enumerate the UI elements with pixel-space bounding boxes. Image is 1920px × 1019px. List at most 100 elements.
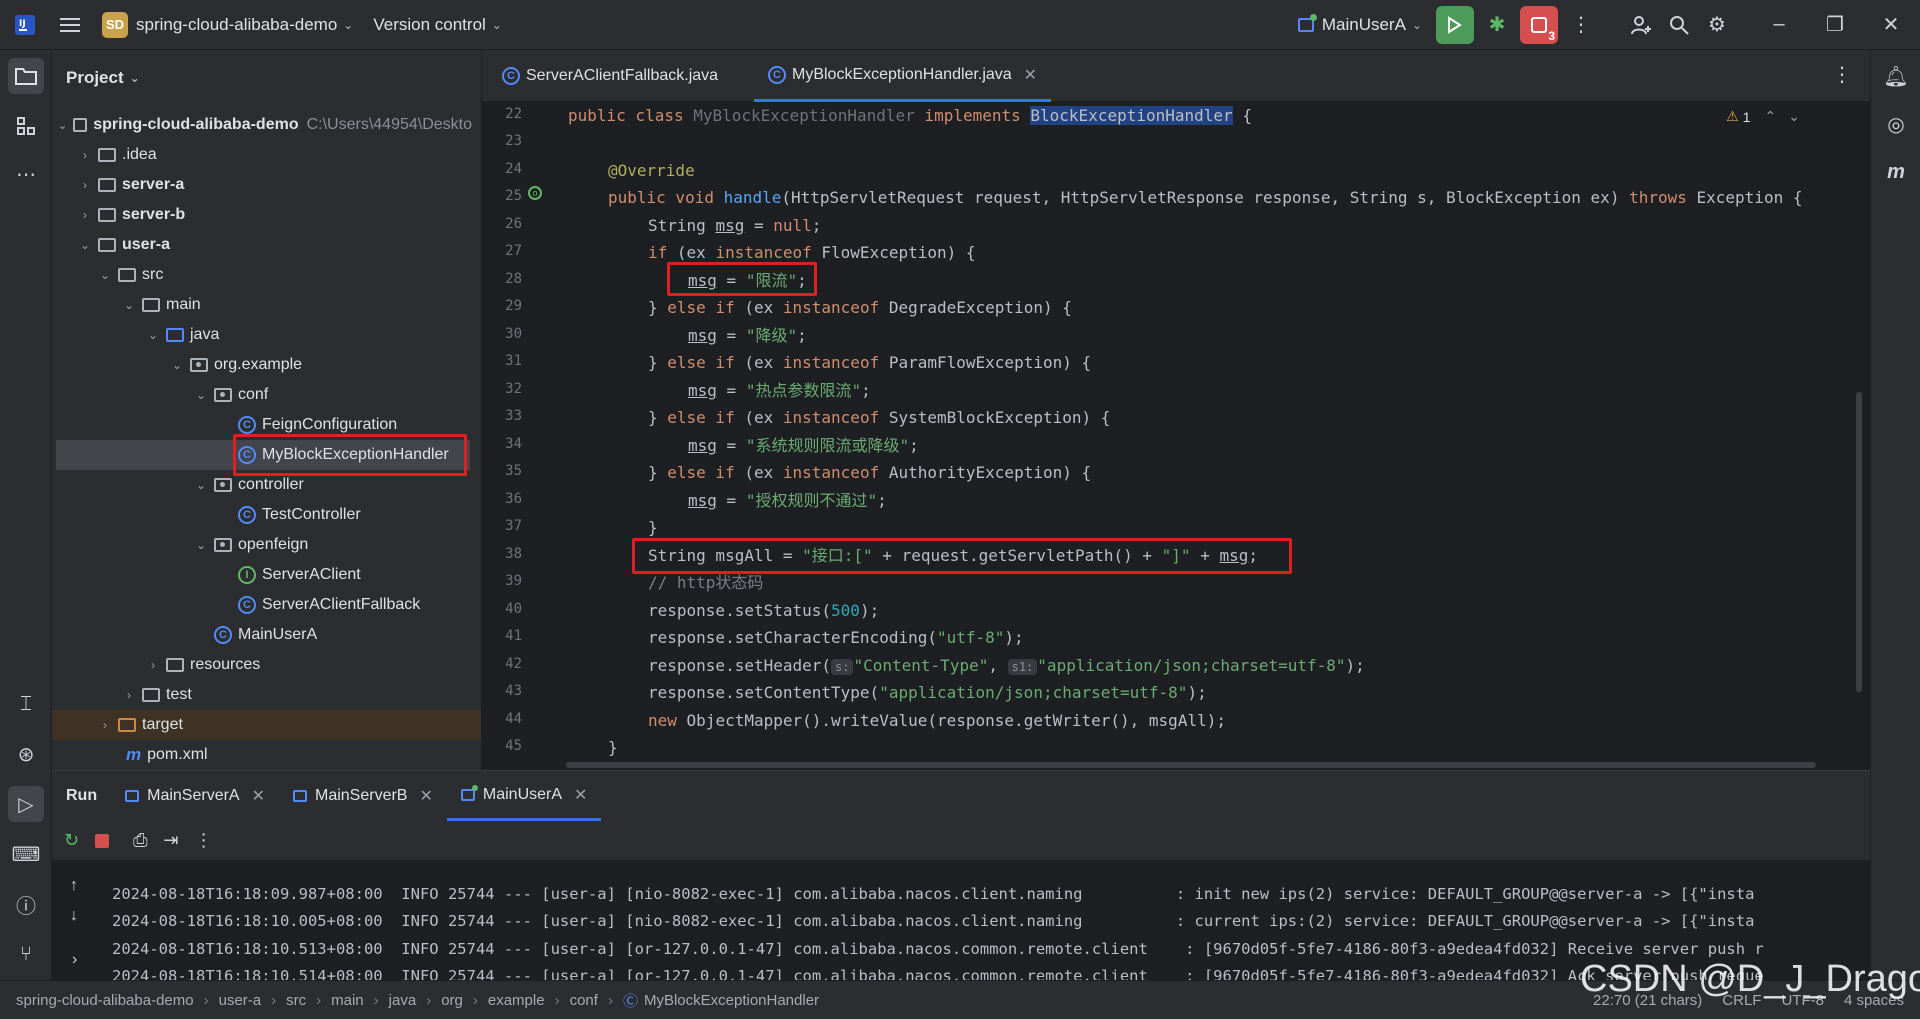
maven-icon[interactable]: m — [1878, 154, 1914, 190]
run-tool-icon[interactable]: ▷ — [8, 786, 44, 822]
notifications-bell-icon[interactable]: 🔔︎ — [1878, 58, 1914, 94]
restore-layout-icon[interactable]: ⇥ — [164, 830, 179, 851]
expand-arrow-icon[interactable]: › — [96, 718, 114, 732]
expand-arrow-icon[interactable]: › — [76, 178, 94, 192]
vcs-menu[interactable]: Version control ⌄ — [363, 0, 512, 50]
breadcrumb-item[interactable]: spring-cloud-alibaba-demo — [16, 992, 194, 1009]
run-config-selector[interactable]: MainUserA ⌄ — [1288, 0, 1432, 50]
expand-arrow-icon[interactable]: ⌄ — [76, 238, 94, 252]
scroll-down-icon[interactable]: ↓ — [70, 907, 78, 925]
tree-row-server-a[interactable]: › server-a — [52, 170, 472, 200]
problems-tool-icon[interactable]: ⓘ — [8, 886, 44, 922]
camera-icon[interactable]: ⎙ — [133, 830, 147, 851]
breadcrumb-item[interactable]: src — [286, 992, 306, 1009]
expand-arrow-icon[interactable]: ⌄ — [120, 298, 138, 312]
tab-server-a-client-fallback[interactable]: C ServerAClientFallback.java — [488, 50, 732, 102]
editor-horizontal-scrollbar[interactable] — [566, 762, 1816, 768]
tree-row-root[interactable]: ⌄ spring-cloud-alibaba-demo C:\Users\44954… — [52, 110, 473, 140]
tree-row-test-controller[interactable]: C TestController — [52, 500, 472, 530]
expand-arrow-icon[interactable]: › — [120, 688, 138, 702]
close-tab-icon[interactable]: ✕ — [252, 786, 265, 806]
breadcrumb-item[interactable]: example — [488, 992, 545, 1009]
main-menu-icon[interactable] — [50, 0, 92, 50]
close-tab-icon[interactable]: ✕ — [574, 785, 587, 805]
tree-row-conf[interactable]: ⌄ conf — [52, 380, 472, 410]
tree-row-server-a-client[interactable]: I ServerAClient — [52, 560, 472, 590]
editor-vertical-scrollbar[interactable] — [1856, 392, 1862, 692]
breadcrumb-item[interactable]: main — [331, 992, 364, 1009]
close-tab-icon[interactable]: ✕ — [419, 786, 432, 806]
code-editor[interactable]: public class MyBlockExceptionHandler imp… — [566, 102, 1870, 770]
editor-more-icon[interactable]: ⋮ — [1832, 62, 1852, 87]
rerun-button[interactable] — [1436, 5, 1474, 44]
breadcrumb-item[interactable]: conf — [570, 992, 598, 1009]
tree-row-server-b[interactable]: › server-b — [52, 200, 472, 230]
tree-row-user-a[interactable]: ⌄ user-a — [52, 230, 472, 260]
expand-icon[interactable]: › — [72, 951, 77, 969]
expand-arrow-icon[interactable]: › — [76, 148, 94, 162]
tree-row-resources[interactable]: › resources — [52, 650, 472, 680]
breadcrumb-item[interactable]: java — [389, 992, 417, 1009]
debug-icon[interactable]: ✱ — [1478, 6, 1516, 44]
breadcrumb-item[interactable]: org — [441, 992, 463, 1009]
breadcrumb-item[interactable]: user-a — [219, 992, 262, 1009]
build-tool-icon[interactable]: ⌶ — [8, 686, 44, 722]
close-tab-icon[interactable]: ✕ — [1024, 65, 1037, 85]
ai-assistant-icon[interactable]: ◎ — [1878, 106, 1914, 142]
project-tool-icon[interactable] — [8, 58, 44, 94]
expand-arrow-icon[interactable]: ⌄ — [192, 388, 210, 402]
close-window-button[interactable]: ✕ — [1872, 6, 1910, 44]
stop-icon[interactable] — [95, 833, 110, 848]
add-user-icon[interactable] — [1622, 6, 1660, 44]
run-config-icon — [460, 784, 478, 801]
tree-row-openfeign[interactable]: ⌄ openfeign — [52, 530, 472, 560]
project-panel-header[interactable]: Project ⌄ — [52, 50, 481, 106]
tree-row-main-user-a[interactable]: C MainUserA — [52, 620, 472, 650]
breadcrumb-item[interactable]: MyBlockExceptionHandler — [644, 992, 819, 1009]
settings-gear-icon[interactable]: ⚙ — [1698, 6, 1736, 44]
expand-arrow-icon[interactable]: › — [76, 208, 94, 222]
more-tools-icon[interactable]: ⋯ — [8, 156, 44, 192]
search-icon[interactable] — [1660, 6, 1698, 44]
expand-arrow-icon[interactable]: ⌄ — [56, 118, 69, 132]
structure-tool-icon[interactable] — [8, 108, 44, 144]
app-logo-icon[interactable]: IJ — [0, 0, 50, 50]
tree-row-server-a-client-fallback[interactable]: C ServerAClientFallback — [52, 590, 472, 620]
tree-row-src[interactable]: ⌄ src — [52, 260, 472, 290]
run-tab-main-server-b[interactable]: MainServerB ✕ — [279, 771, 447, 821]
chevron-down-icon[interactable]: ⌄ — [1788, 108, 1800, 125]
expand-arrow-icon[interactable]: ⌄ — [192, 478, 210, 492]
project-switcher[interactable]: SD spring-cloud-alibaba-demo ⌄ — [92, 0, 363, 50]
git-tool-icon[interactable]: ⑂ — [8, 936, 44, 972]
tree-row-idea[interactable]: › .idea — [52, 140, 472, 170]
more-options-icon[interactable]: ⋮ — [195, 830, 213, 851]
more-actions-icon[interactable]: ⋮ — [1562, 6, 1600, 44]
run-tab-main-user-a[interactable]: MainUserA ✕ — [446, 771, 602, 821]
stop-button[interactable]: 3 — [1520, 5, 1558, 44]
override-gutter-icon[interactable]: o — [528, 186, 542, 200]
tree-row-pom[interactable]: m pom.xml — [52, 740, 472, 770]
tree-row-org-example[interactable]: ⌄ org.example — [52, 350, 472, 380]
scroll-up-icon[interactable]: ↑ — [70, 877, 78, 895]
rerun-icon[interactable]: ↻ — [64, 830, 79, 851]
expand-arrow-icon[interactable]: ⌄ — [168, 358, 186, 372]
inspection-widget[interactable]: ⚠ 1 ⌃ ⌄ — [1726, 108, 1800, 125]
terminal-tool-icon[interactable]: ⌨ — [8, 836, 44, 872]
minimize-button[interactable]: – — [1760, 6, 1798, 44]
services-tool-icon[interactable]: ⊛ — [8, 736, 44, 772]
expand-arrow-icon[interactable]: › — [144, 658, 162, 672]
tab-my-block-exception-handler[interactable]: C MyBlockExceptionHandler.java ✕ — [754, 50, 1052, 102]
chevron-up-icon[interactable]: ⌃ — [1765, 108, 1777, 125]
tree-row-java[interactable]: ⌄ java — [52, 320, 472, 350]
code-line: response.setContentType("application/jso… — [648, 683, 1207, 702]
tree-row-target[interactable]: › target — [52, 710, 481, 740]
expand-arrow-icon[interactable]: ⌄ — [96, 268, 114, 282]
expand-arrow-icon[interactable]: ⌄ — [144, 328, 162, 342]
tree-label: test — [166, 686, 192, 703]
expand-arrow-icon[interactable]: ⌄ — [192, 538, 210, 552]
restore-button[interactable]: ❐ — [1816, 6, 1854, 44]
run-tab-main-server-a[interactable]: MainServerA ✕ — [111, 771, 279, 821]
tree-row-main[interactable]: ⌄ main — [52, 290, 472, 320]
tree-row-test[interactable]: › test — [52, 680, 472, 710]
module-folder-icon — [98, 178, 116, 192]
